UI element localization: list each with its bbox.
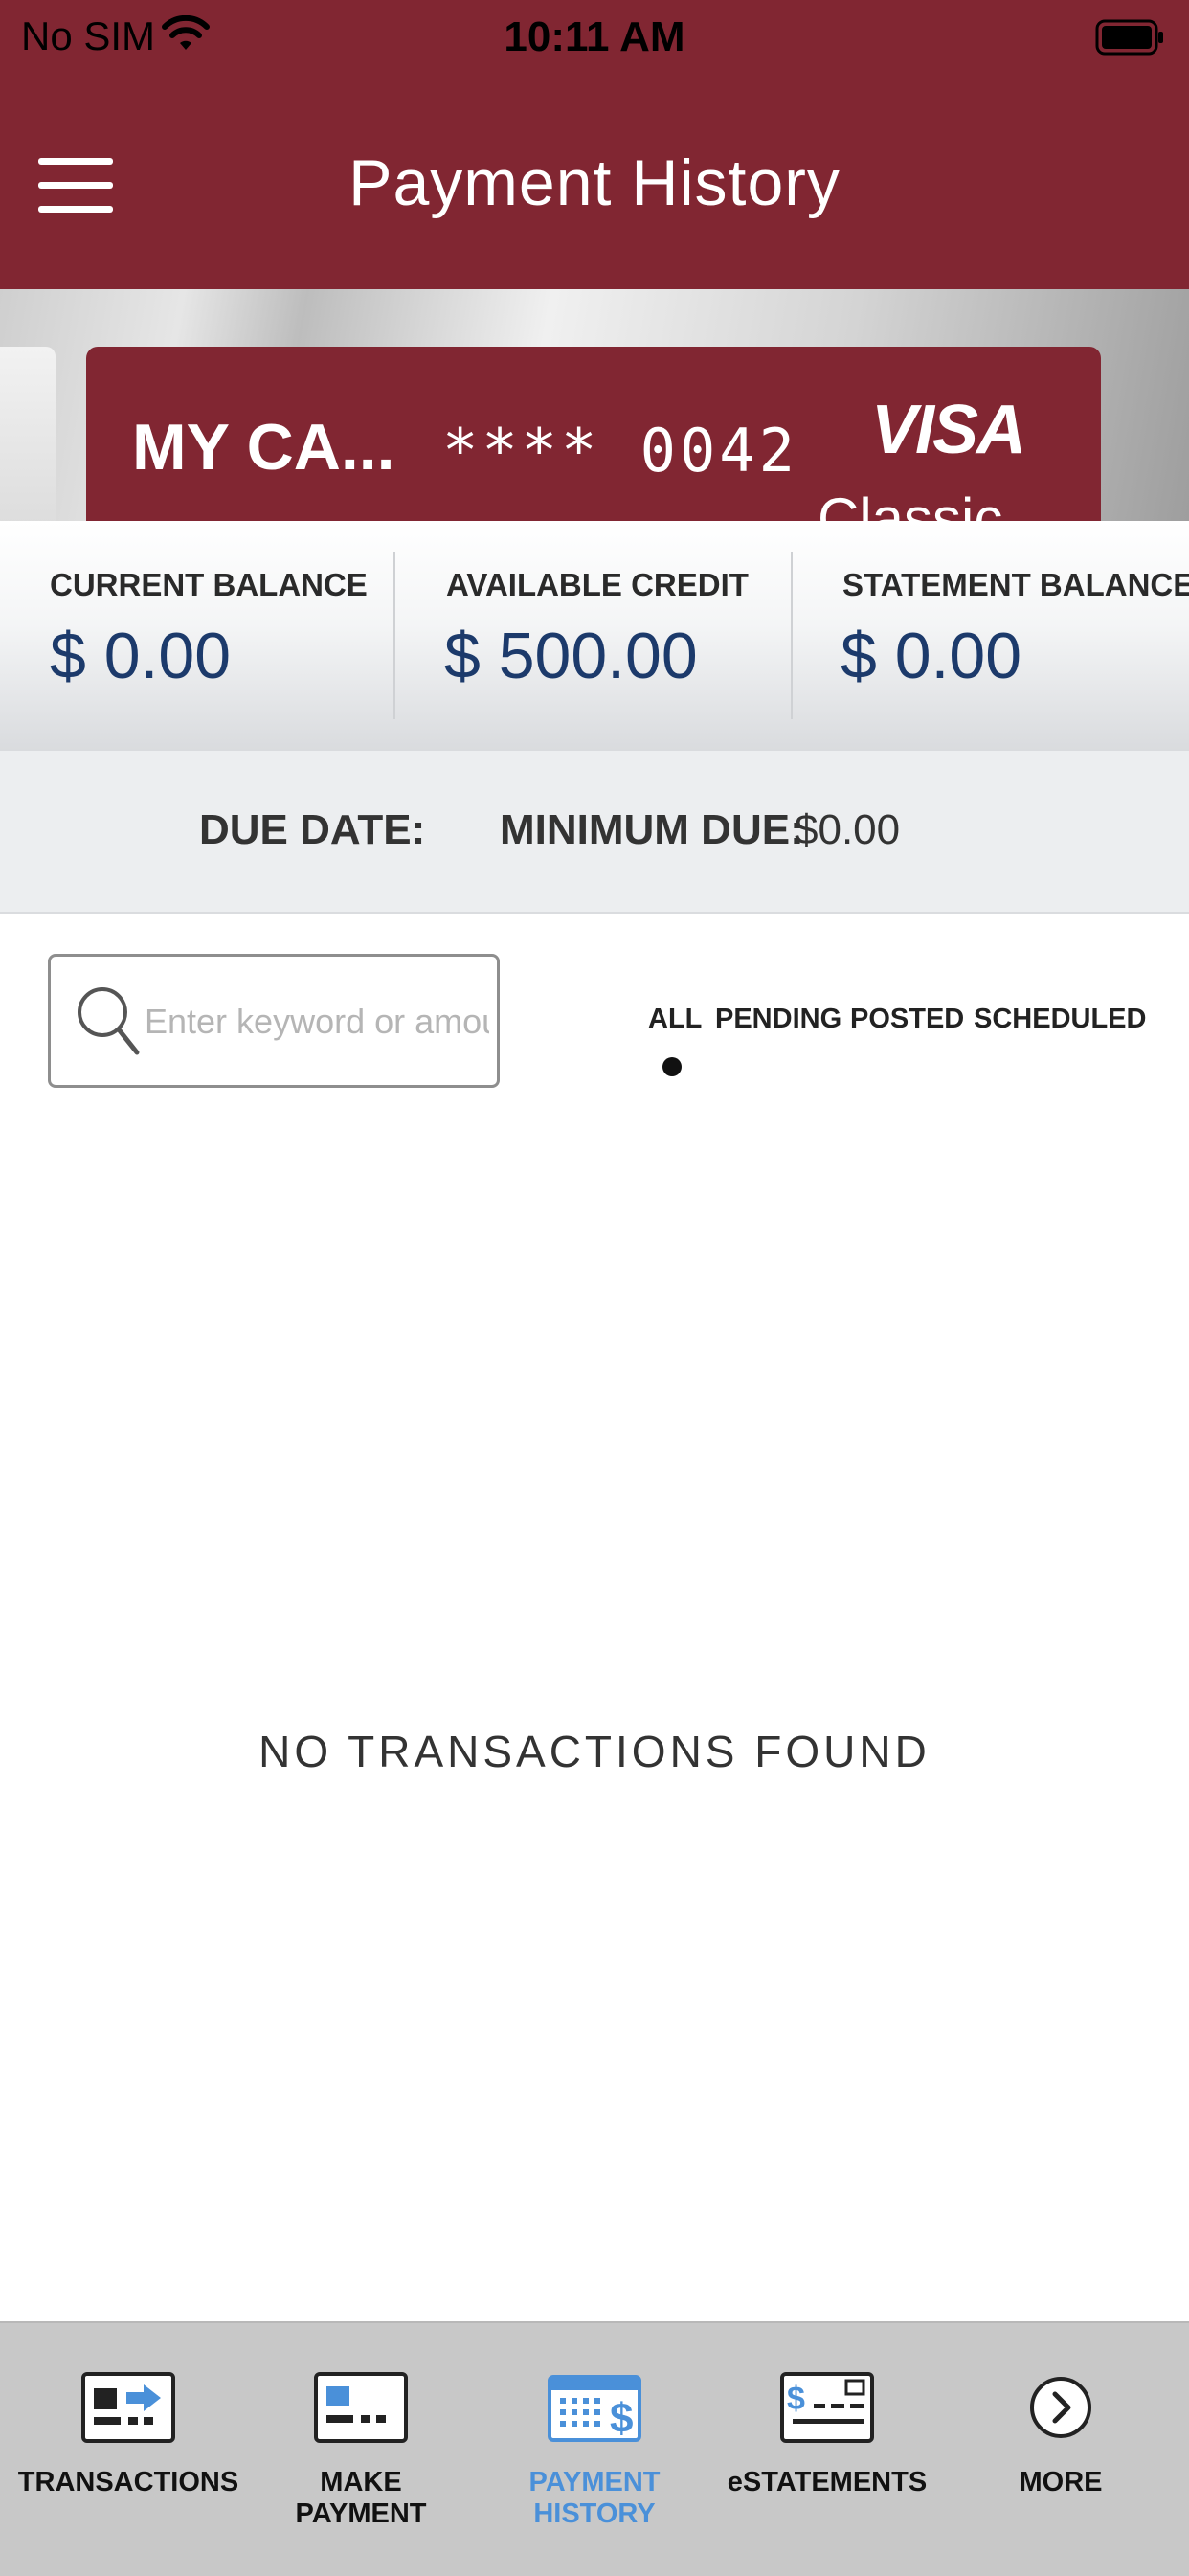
statement-balance-value: $ 0.00 — [841, 620, 1022, 692]
status-time: 10:11 AM — [504, 13, 685, 60]
due-row: DUE DATE: MINIMUM DUE: $0.00 — [0, 751, 1189, 914]
card-carousel[interactable]: MY CA... **** 0042 VISA Classic — [0, 289, 1189, 521]
estatements-icon: $ — [779, 2371, 875, 2449]
tab-more[interactable]: MORE — [942, 2323, 1179, 2576]
tab-transactions[interactable]: TRANSACTIONS — [10, 2323, 247, 2576]
page-title: Payment History — [348, 147, 841, 219]
tab-label: PAYMENT HISTORY — [528, 2467, 661, 2529]
svg-text:$: $ — [610, 2395, 633, 2442]
tab-label: eSTATEMENTS — [727, 2467, 928, 2497]
card-name: MY CA... — [132, 411, 395, 484]
status-bar: No SIM 10:11 AM — [0, 0, 1189, 77]
empty-state-message: NO TRANSACTIONS FOUND — [258, 1727, 931, 1776]
available-credit-label: AVAILABLE CREDIT — [446, 567, 749, 602]
available-credit: AVAILABLE CREDIT $ 500.00 — [396, 521, 793, 751]
tab-estatements[interactable]: $ eSTATEMENTS — [708, 2323, 946, 2576]
more-chevron-icon — [1027, 2371, 1094, 2449]
minimum-due-value: $0.00 — [795, 806, 901, 853]
selected-filter-indicator — [662, 1057, 682, 1076]
due-date-label: DUE DATE: — [199, 806, 426, 853]
filter-tab-pending[interactable]: PENDING — [715, 1004, 841, 1035]
bottom-tab-bar: TRANSACTIONS MAKE PAYMENT $ PAYMENT HIST… — [0, 2321, 1189, 2576]
filter-tab-posted[interactable]: POSTED — [850, 1004, 964, 1035]
app-header: No SIM 10:11 AM Payment History — [0, 0, 1189, 289]
minimum-due-label: MINIMUM DUE: — [500, 806, 804, 853]
statement-balance-label: STATEMENT BALANCE — [842, 567, 1189, 602]
tab-make-payment[interactable]: MAKE PAYMENT — [242, 2323, 480, 2576]
filter-tabs: ALL PENDING POSTED SCHEDULED — [0, 1004, 1189, 1080]
current-balance-label: CURRENT BALANCE — [50, 567, 368, 602]
tab-label: MORE — [1019, 2467, 1103, 2497]
credit-card[interactable]: MY CA... **** 0042 VISA Classic — [86, 347, 1101, 521]
filter-tab-all[interactable]: ALL — [648, 1004, 702, 1035]
current-balance: CURRENT BALANCE $ 0.00 — [0, 521, 396, 751]
tab-payment-history[interactable]: $ PAYMENT HISTORY — [476, 2323, 713, 2576]
balances-panel: CURRENT BALANCE $ 0.00 AVAILABLE CREDIT … — [0, 521, 1189, 751]
svg-text:$: $ — [787, 2381, 805, 2417]
filter-tab-scheduled[interactable]: SCHEDULED — [974, 1004, 1146, 1035]
card-number: **** 0042 — [442, 416, 798, 486]
transactions-icon — [80, 2371, 176, 2449]
payment-history-icon: $ — [547, 2371, 642, 2449]
available-credit-value: $ 500.00 — [444, 620, 698, 692]
previous-card[interactable] — [0, 347, 56, 521]
current-balance-value: $ 0.00 — [50, 620, 232, 692]
tab-label: TRANSACTIONS — [17, 2467, 239, 2497]
card-tier: Classic — [818, 486, 1003, 521]
divider — [393, 552, 395, 719]
visa-logo: VISA — [871, 392, 1026, 468]
battery-icon — [1095, 19, 1166, 62]
make-payment-icon — [313, 2371, 409, 2449]
tab-label: MAKE PAYMENT — [295, 2467, 427, 2529]
statement-balance: STATEMENT BALANCE $ 0.00 — [793, 521, 1189, 751]
